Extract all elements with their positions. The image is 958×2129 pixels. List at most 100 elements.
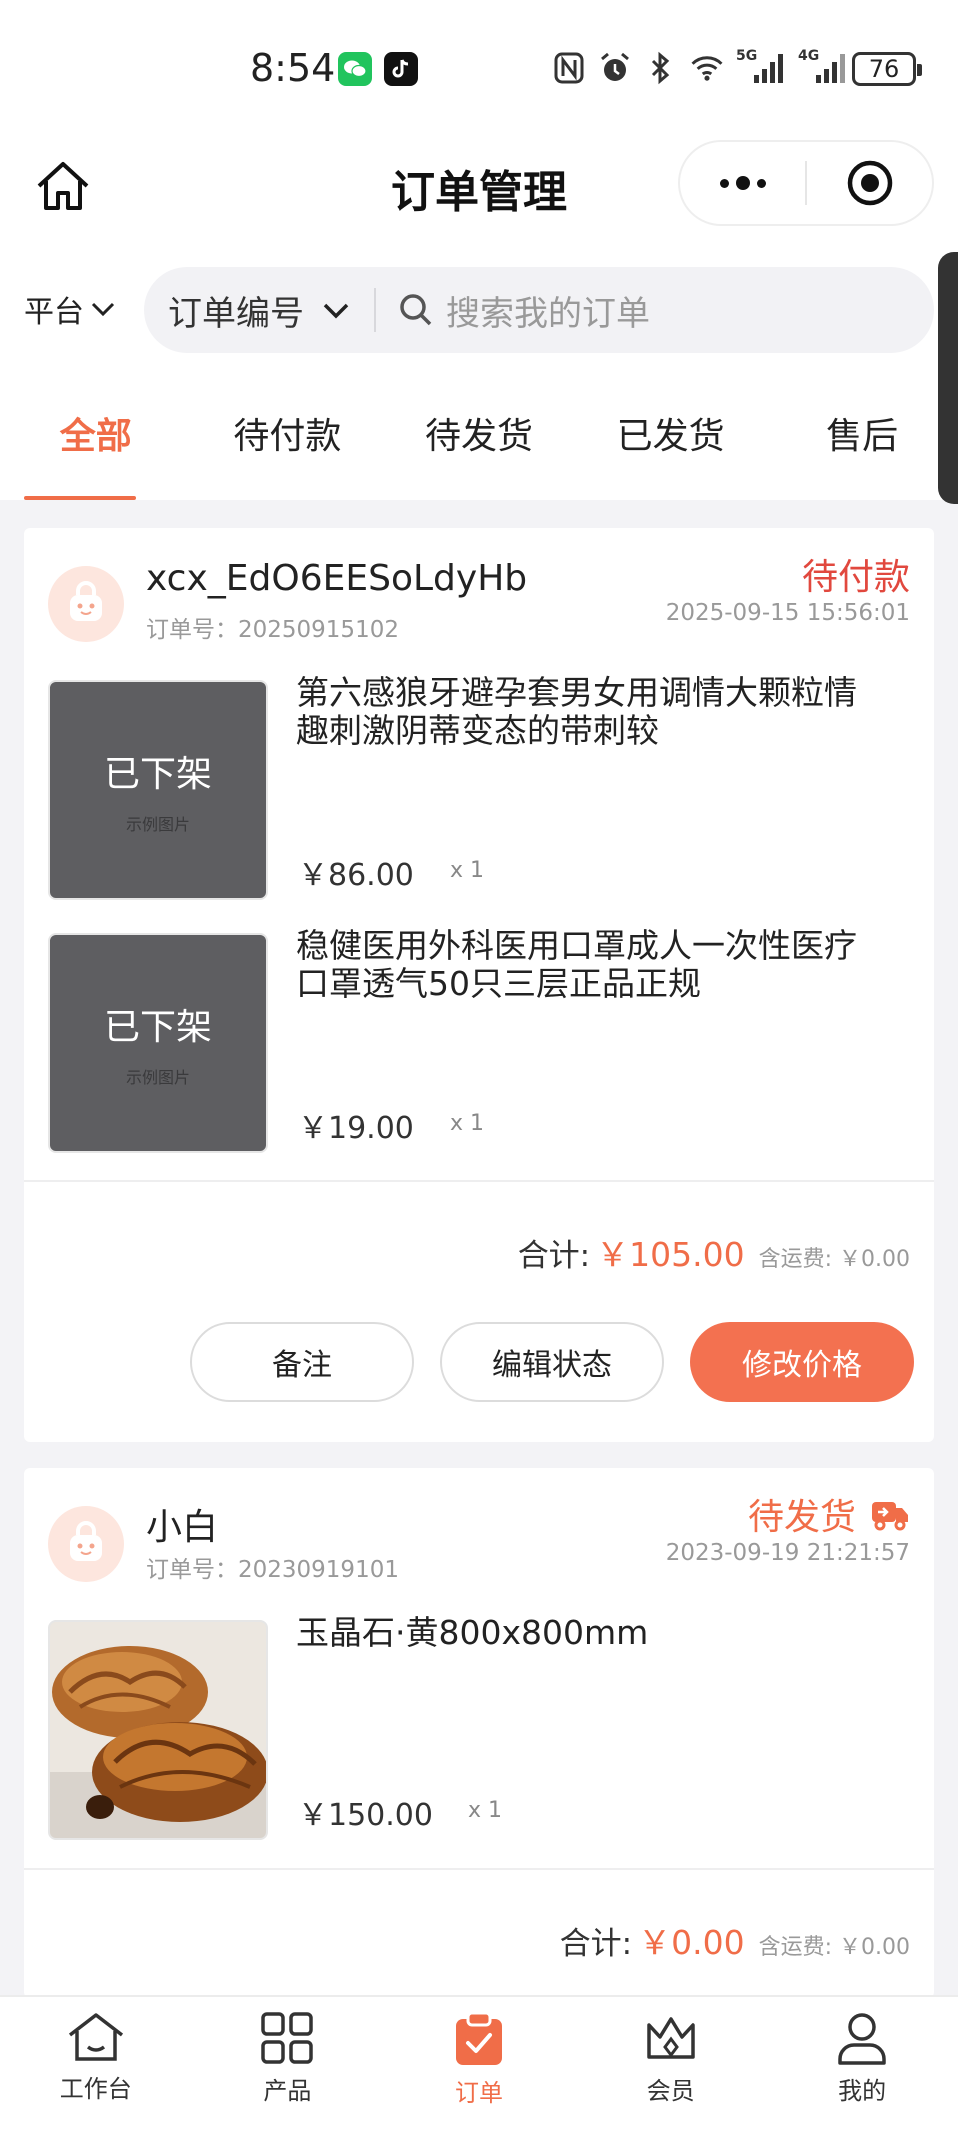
order-card[interactable]: 小白 订单号：20230919101 待发货 2023-09-19 21:21:… [24,1468,934,1998]
product-price: ￥86.00 [298,858,414,893]
tabbar-label: 我的 [838,2077,887,2105]
shop-bag-icon [70,1521,102,1561]
grid-icon [261,2012,314,2064]
tabbar-item-members[interactable]: 会员 [575,1997,767,2129]
tab-pending-payment[interactable]: 待付款 [192,365,384,500]
tab-all[interactable]: 全部 [0,365,192,500]
tabbar-label: 会员 [646,2077,695,2105]
tabbar-label: 工作台 [59,2075,132,2103]
tab-pending-shipment[interactable]: 待发货 [383,365,575,500]
order-number: 订单号：20250915102 [146,617,399,643]
tabbar-item-workbench[interactable]: 工作台 [0,1997,192,2129]
order-card[interactable]: xcx_EdO6EESoLdyHb 订单号：20250915102 待付款 20… [24,528,934,1442]
wifi-icon [690,50,724,86]
order-status: 待付款 [802,548,910,600]
product-thumbnail: 已下架 示例图片 [48,680,268,900]
platform-label: 平台 [24,295,84,330]
order-time: 2023-09-19 21:21:57 [665,1540,910,1566]
target-icon [847,160,892,206]
shipping-fee: 含运费: ￥0.00 [758,1935,910,1960]
delisted-label: 已下架 [103,754,212,795]
tabbar-label: 订单 [454,2079,503,2107]
search-box: 订单编号 搜索我的订单 [144,267,934,353]
delisted-overlay: 已下架 示例图片 [50,935,266,1151]
tabbar-label: 产品 [263,2077,312,2105]
alarm-icon [598,50,632,86]
mini-program-capsule [678,140,934,226]
close-button[interactable] [807,142,932,224]
sample-image-label: 示例图片 [125,815,190,834]
more-button[interactable] [680,142,805,224]
product-title: 第六感狼牙避孕套男女用调情大颗粒情趣刺激阴蒂变态的带刺较 [296,673,857,750]
nav-bar: 订单管理 [0,140,958,255]
search-icon [400,294,432,326]
signal-5g-icon: 5G [736,48,786,86]
customer-name: 小白 [146,1507,219,1548]
search-placeholder: 搜索我的订单 [446,293,650,334]
divider [24,1868,934,1870]
side-drawer-handle[interactable] [938,252,958,504]
order-status-label: 待付款 [801,557,910,598]
search-input[interactable]: 搜索我的订单 [376,286,934,335]
tabbar-item-mine[interactable]: 我的 [766,1997,958,2129]
user-icon [838,2013,886,2065]
sample-image-label: 示例图片 [125,1068,190,1087]
croissant-photo [50,1622,266,1838]
order-total: 合计: ￥105.00 含运费: ￥0.00 [518,1228,910,1276]
tabbar-item-products[interactable]: 产品 [192,1997,384,2129]
product-title: 稳健医用外科医用口罩成人一次性医疗口罩透气50只三层正品正规 [296,926,857,1003]
search-field-label: 订单编号 [168,293,304,334]
divider [24,1180,934,1182]
order-item[interactable]: 已下架 示例图片 第六感狼牙避孕套男女用调情大颗粒情趣刺激阴蒂变态的带刺较 ￥8… [48,674,910,900]
order-item[interactable]: 已下架 示例图片 稳健医用外科医用口罩成人一次性医疗口罩透气50只三层正品正规 … [48,927,910,1153]
avatar [48,566,124,642]
home-icon [68,2013,123,2061]
search-field-dropdown[interactable]: 订单编号 [144,286,374,335]
tab-after-sales[interactable]: 售后 [766,365,958,500]
product-title: 玉晶石·黄800x800mm [296,1613,649,1652]
order-number: 订单号：20230919101 [146,1557,399,1583]
product-quantity: x 1 [468,1798,503,1823]
total-label: 合计: [517,1238,591,1274]
tiktok-icon [384,52,418,86]
avatar [48,1506,124,1582]
status-bar: 8:54 5G 4G 76 [0,0,958,140]
product-price: ￥19.00 [298,1111,414,1146]
shop-bag-icon [70,581,102,621]
edit-status-button[interactable]: 编辑状态 [440,1322,664,1402]
order-status-label: 待发货 [747,1497,856,1538]
customer-name: xcx_EdO6EESoLdyHb [146,558,528,599]
clipboard-icon [455,2011,502,2065]
signal-4g-icon: 4G [798,48,848,86]
modify-price-button[interactable]: 修改价格 [690,1322,914,1402]
product-thumbnail: 已下架 示例图片 [48,933,268,1153]
delivery-truck-icon [872,1502,908,1531]
nfc-icon [552,50,586,86]
chevron-down-icon [91,302,115,317]
total-amount: ￥0.00 [638,1923,745,1962]
bottom-tab-bar: 工作台 产品 订单 会员 我的 [0,1995,958,2129]
search-row: 平台 订单编号 搜索我的订单 [0,255,958,365]
tabbar-item-orders[interactable]: 订单 [383,1997,575,2129]
chevron-down-icon [323,303,349,319]
delisted-overlay: 已下架 示例图片 [50,682,266,898]
remark-button[interactable]: 备注 [190,1322,414,1402]
order-item[interactable]: 玉晶石·黄800x800mm ￥150.00 x 1 [48,1614,910,1840]
product-quantity: x 1 [450,1111,485,1136]
more-icon [719,176,766,190]
platform-dropdown[interactable]: 平台 [24,287,116,331]
delisted-label: 已下架 [103,1007,212,1048]
order-total: 合计: ￥0.00 含运费: ￥0.00 [560,1916,910,1964]
order-time: 2025-09-15 15:56:01 [665,600,910,626]
crown-icon [646,2017,695,2059]
tab-shipped[interactable]: 已发货 [575,365,767,500]
battery-level: 76 [868,55,900,83]
order-tabs: 全部 待付款 待发货 已发货 售后 [0,365,958,500]
wechat-icon [338,52,372,86]
product-price: ￥150.00 [298,1798,433,1833]
total-label: 合计: [559,1926,633,1962]
total-amount: ￥105.00 [596,1235,745,1274]
order-status: 待发货 [748,1488,910,1540]
bluetooth-icon [644,50,678,86]
signal-5g-label: 5G [736,48,758,64]
